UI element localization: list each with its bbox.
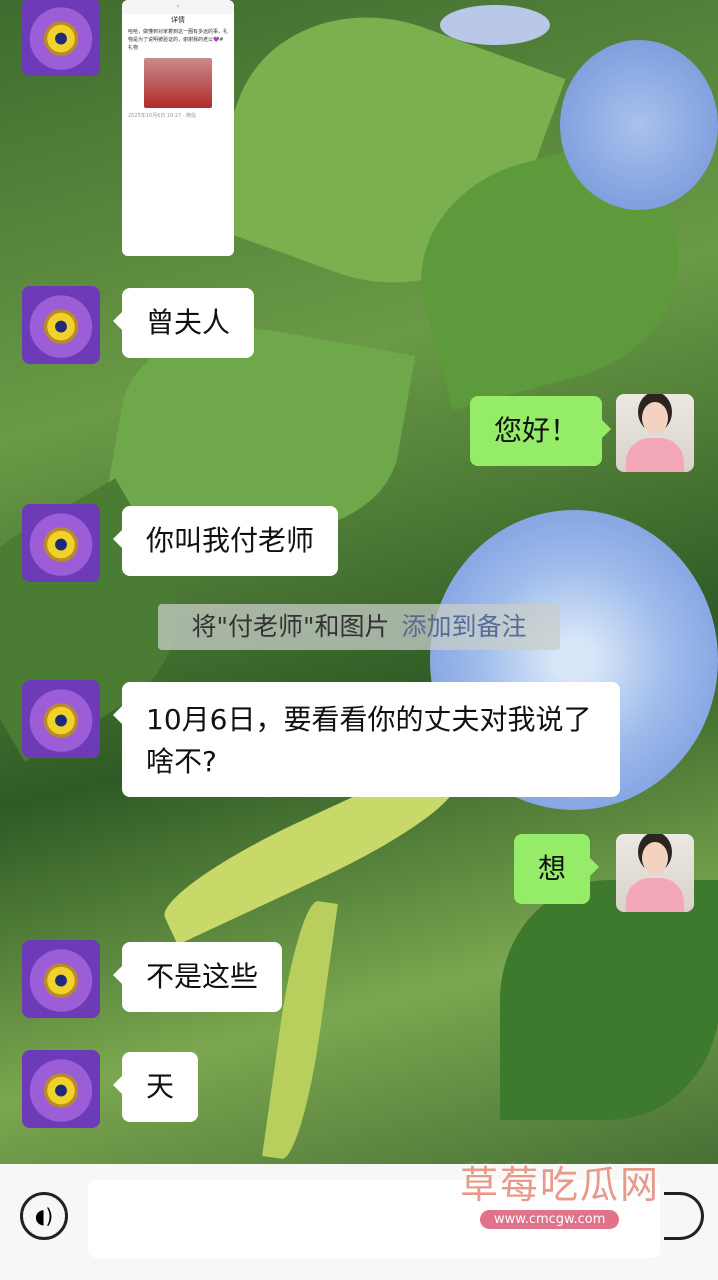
contact-avatar[interactable] bbox=[22, 680, 100, 758]
message-bubble[interactable]: 10月6日，要看看你的丈夫对我说了啥不? bbox=[113, 682, 620, 797]
watermark-title: 草莓吃瓜网 bbox=[460, 1163, 661, 1207]
contact-avatar[interactable] bbox=[22, 286, 100, 364]
contact-avatar[interactable] bbox=[22, 0, 100, 76]
message-bubble[interactable]: 曾夫人 bbox=[112, 288, 255, 358]
shared-screenshot-image[interactable]: ‹ 详情 哈哈，做懂到对家着到这一圈有多远的事，礼物是为了说明被验证的，谢谢我的… bbox=[122, 0, 234, 256]
message-bubble[interactable]: 您好！ bbox=[470, 396, 612, 466]
screenshot-status-bar: ‹ bbox=[122, 0, 234, 14]
screenshot-photo bbox=[144, 58, 212, 108]
message-bubble[interactable]: 想 bbox=[514, 834, 600, 904]
contact-avatar[interactable] bbox=[22, 504, 100, 582]
watermark: 草莓吃瓜网 www.cmcgw.com bbox=[430, 1150, 680, 1240]
screenshot-date: 2025年10月6日 10:27 · 微信 bbox=[128, 113, 197, 119]
message-bubble[interactable]: 你叫我付老师 bbox=[112, 506, 339, 576]
my-avatar[interactable] bbox=[616, 394, 694, 472]
screenshot-title: 详情 bbox=[171, 16, 185, 24]
message-bubble[interactable]: 天 bbox=[112, 1052, 199, 1122]
notice-text: 将"付老师"和图片 bbox=[191, 612, 390, 641]
contact-avatar[interactable] bbox=[22, 940, 100, 1018]
message-bubble[interactable]: 不是这些 bbox=[112, 942, 283, 1012]
add-remark-link[interactable]: 添加到备注 bbox=[401, 612, 526, 641]
screenshot-text: 哈哈，做懂到对家着到这一圈有多远的事，礼物是为了说明被验证的，谢谢我的老公💜#礼… bbox=[128, 29, 229, 51]
system-notice: 将"付老师"和图片 添加到备注 bbox=[158, 604, 560, 650]
my-avatar[interactable] bbox=[616, 834, 694, 912]
contact-avatar[interactable] bbox=[22, 1050, 100, 1128]
watermark-url: www.cmcgw.com bbox=[480, 1210, 620, 1229]
voice-icon[interactable]: ◖) bbox=[20, 1192, 68, 1240]
